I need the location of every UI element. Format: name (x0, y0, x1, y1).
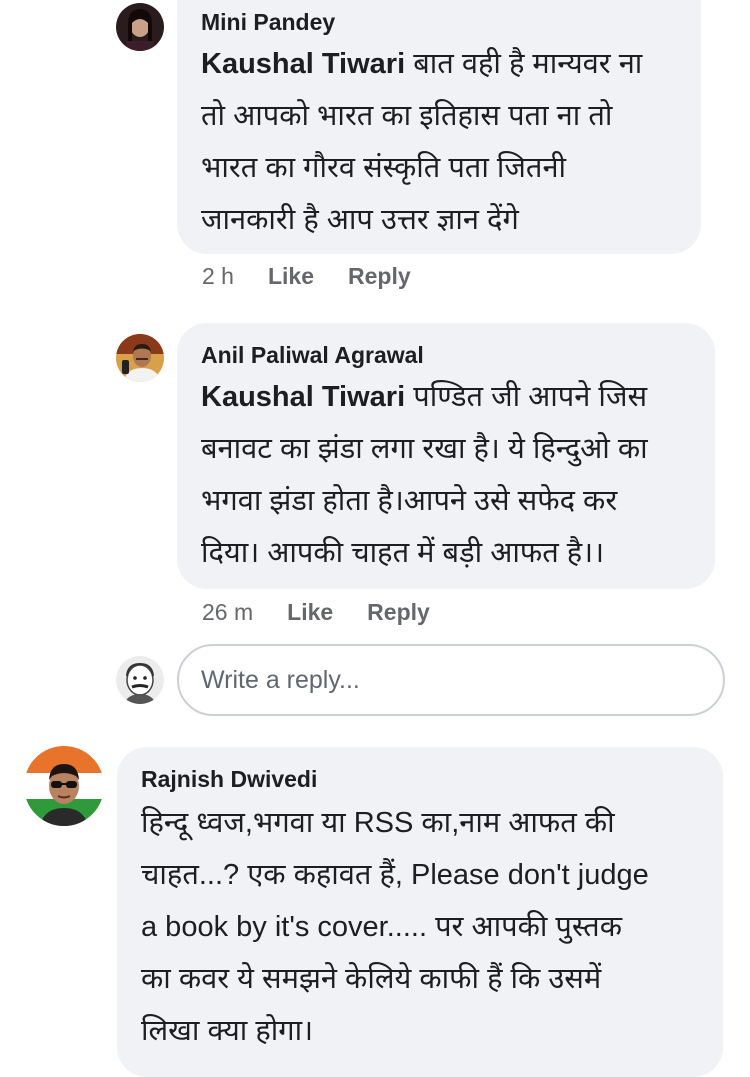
avatar[interactable] (116, 3, 164, 51)
comment-line: हिन्दू ध्वज,भगवा या RSS का,नाम आफत की (141, 807, 615, 839)
comment-timestamp[interactable]: 2 h (202, 263, 234, 289)
avatar[interactable] (24, 746, 104, 826)
comment-line: a book by it's cover..... पर आपकी पुस्तक (141, 911, 622, 943)
comment-meta: 2 h Like Reply (202, 261, 445, 291)
mention-link[interactable]: Kaushal Tiwari (201, 381, 405, 413)
avatar[interactable] (116, 334, 164, 382)
comment-text: हिन्दू ध्वज,भगवा या RSS का,नाम आफत की चा… (141, 797, 717, 1057)
comment-author[interactable]: Mini Pandey (201, 8, 335, 36)
comment-line: जानकारी है आप उत्तर ज्ञान देंगे (201, 204, 519, 236)
current-user-avatar (116, 656, 164, 704)
comment-line-text: पण्डित जी आपने जिस (413, 381, 648, 413)
comment-line: भारत का गौरव संस्कृति पता जितनी (201, 152, 567, 184)
comment-text: Kaushal Tiwari पण्डित जी आपने जिस बनावट … (201, 371, 709, 579)
comment-bubble: Mini Pandey Kaushal Tiwari बात वही है मा… (177, 0, 701, 254)
comment-line: लिखा क्या होगा। (141, 1015, 314, 1047)
comment-meta: 26 m Like Reply (202, 597, 464, 627)
comment-line: तो आपको भारत का इतिहास पता ना तो (201, 100, 613, 132)
like-button[interactable]: Like (268, 263, 314, 289)
comment-line: दिया। आपकी चाहत में बड़ी आफत है।। (201, 537, 605, 569)
mention-link[interactable]: Kaushal Tiwari (201, 48, 405, 80)
reply-button[interactable]: Reply (367, 599, 430, 625)
comment-bubble: Rajnish Dwivedi हिन्दू ध्वज,भगवा या RSS … (117, 747, 723, 1077)
comment-timestamp[interactable]: 26 m (202, 599, 253, 625)
comment-line: भगवा झंडा होता है।आपने उसे सफेद कर (201, 485, 618, 517)
comment-bubble: Anil Paliwal Agrawal Kaushal Tiwari पण्ड… (177, 323, 715, 589)
comment-line: का कवर ये समझने केलिये काफी हैं कि उसमें (141, 963, 602, 995)
comment-text: Kaushal Tiwari बात वही है मान्यवर ना तो … (201, 38, 691, 246)
like-button[interactable]: Like (287, 599, 333, 625)
reply-button[interactable]: Reply (348, 263, 411, 289)
comment-line: चाहत...? एक कहावत हैं, Please don't judg… (141, 859, 649, 891)
comment-line: Kaushal Tiwari बात वही है मान्यवर ना (201, 38, 691, 90)
reply-input[interactable]: Write a reply... (177, 644, 725, 716)
comment-line-text: बात वही है मान्यवर ना (413, 48, 643, 80)
comment-line: Kaushal Tiwari पण्डित जी आपने जिस (201, 371, 709, 423)
comment-author[interactable]: Anil Paliwal Agrawal (201, 341, 424, 369)
comment-line: बनावट का झंडा लगा रखा है। ये हिन्दुओ का (201, 433, 648, 465)
comment-author[interactable]: Rajnish Dwivedi (141, 765, 317, 793)
